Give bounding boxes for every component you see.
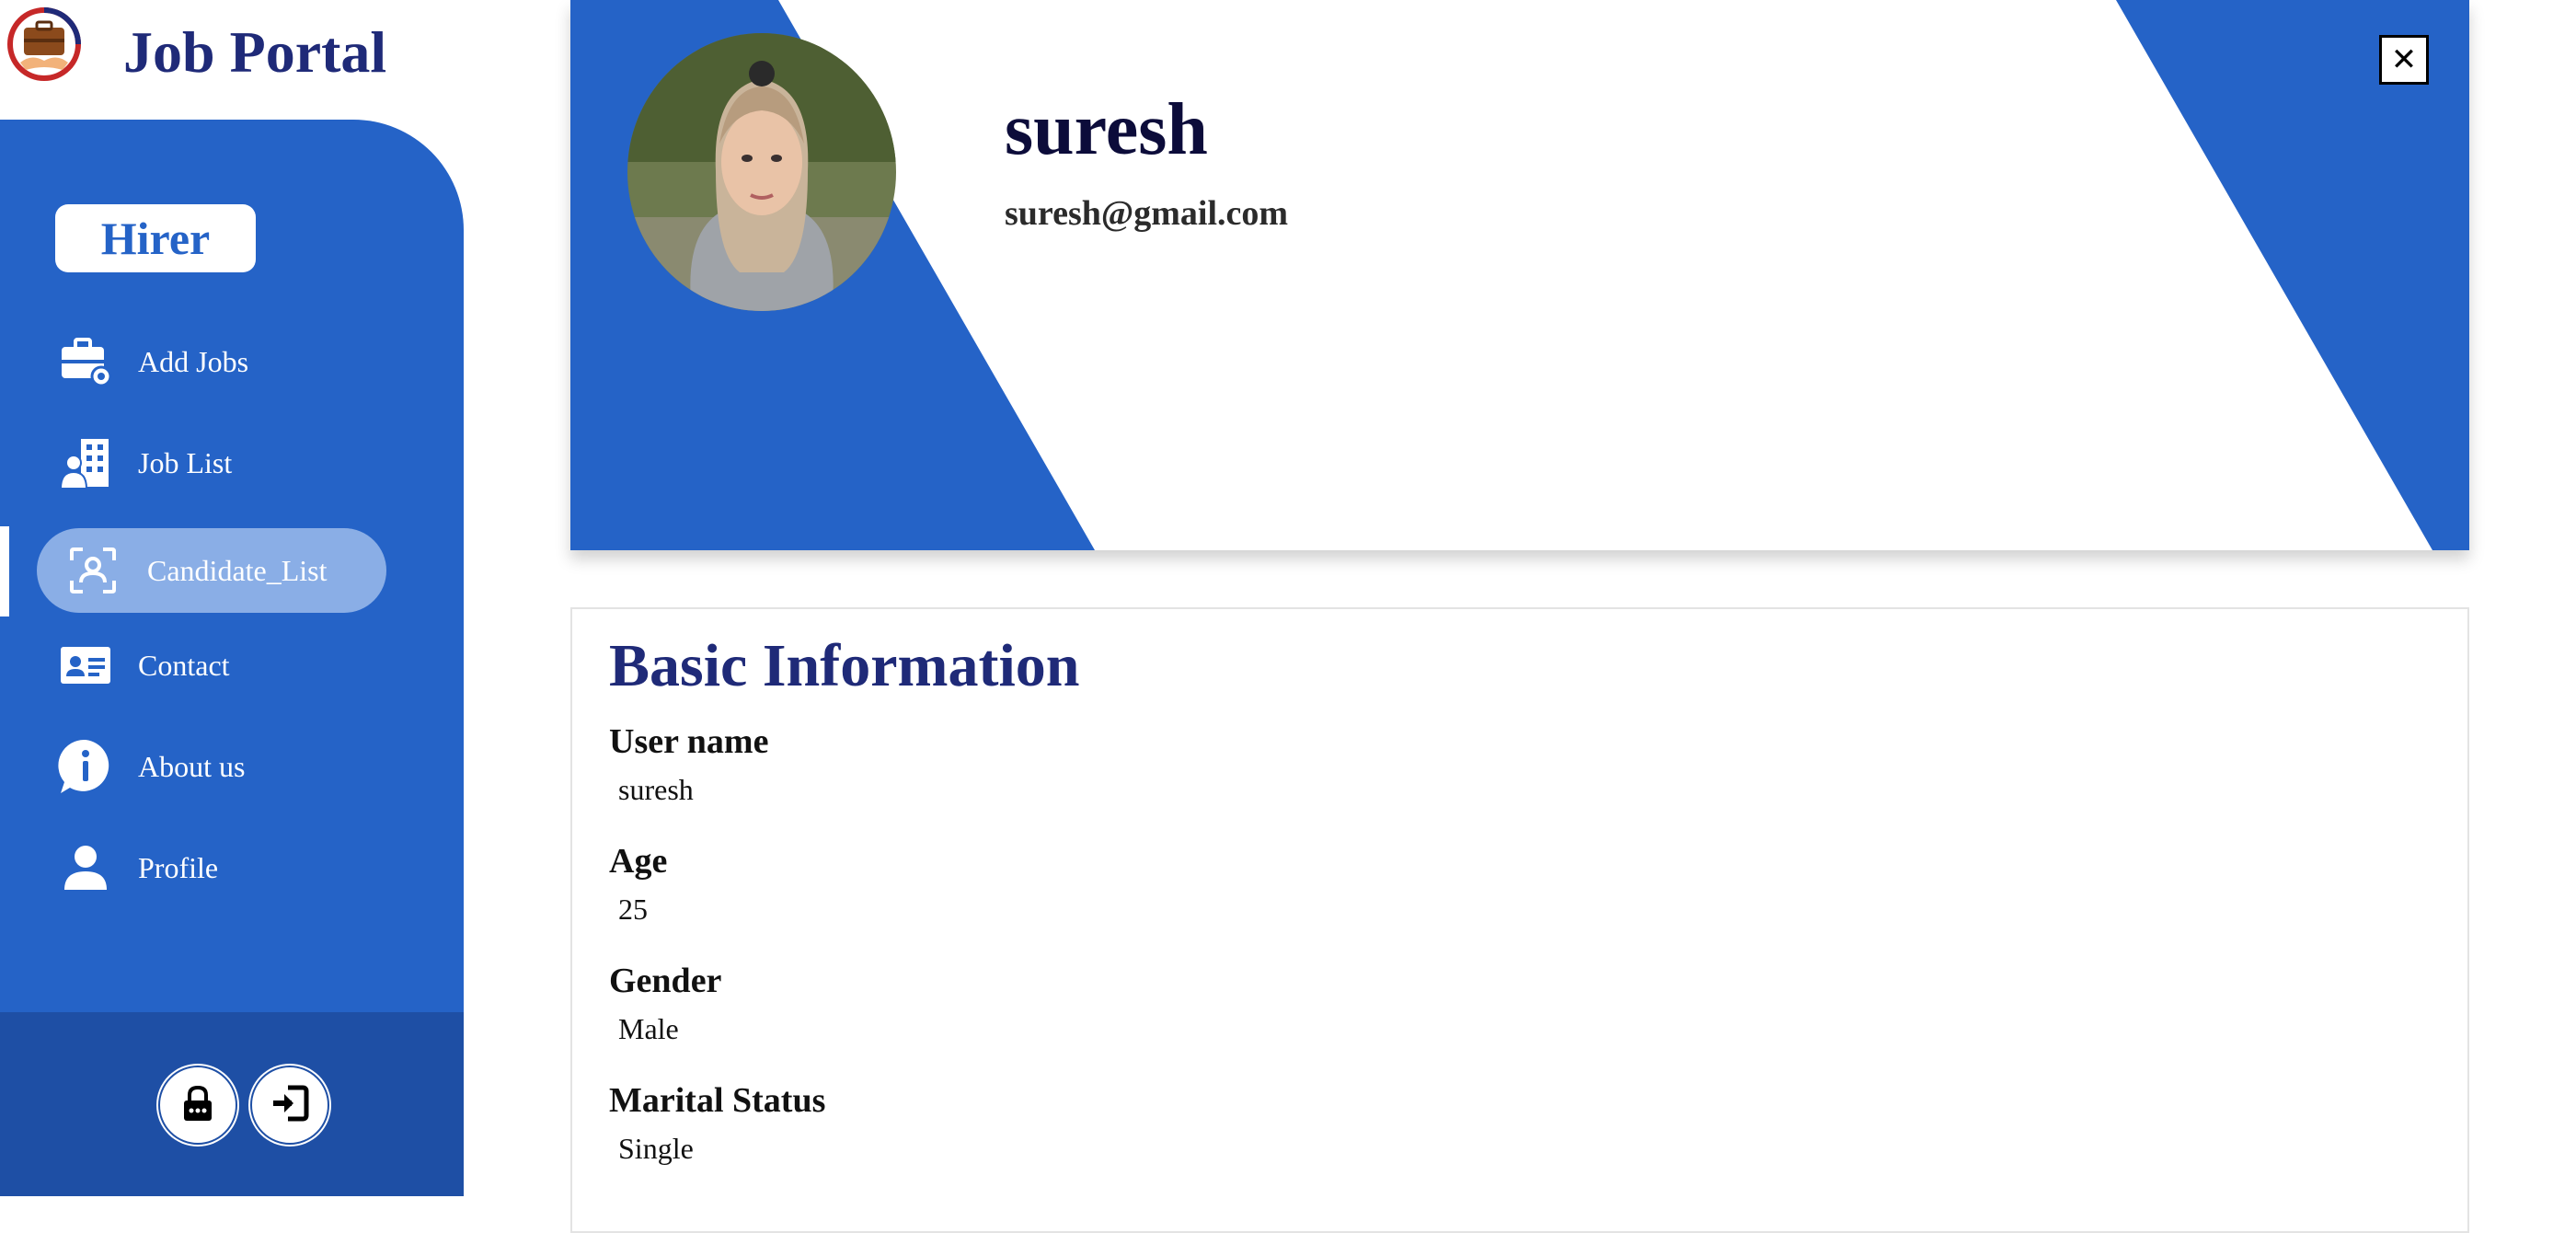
field-value-gender: Male [618,1012,679,1045]
field-label-gender: Gender [609,962,722,1000]
job-portal-logo-icon [7,7,81,81]
sidebar-item-add-jobs[interactable]: Add Jobs [37,320,386,403]
sidebar-item-contact[interactable]: Contact [37,624,386,707]
sidebar-item-label: Add Jobs [138,344,249,378]
role-badge: Hirer [55,204,256,272]
sidebar-item-label: About us [138,749,246,783]
sidebar-item-profile[interactable]: Profile [37,826,386,909]
active-indicator [0,526,9,616]
lock-button[interactable] [158,1066,237,1145]
contact-card-icon [55,635,116,696]
field-value-age: 25 [618,893,648,926]
profile-email: suresh@gmail.com [1005,194,1289,233]
basic-information-card: Basic Information User name suresh Age 2… [570,607,2469,1233]
sidebar-item-label: Job List [138,445,233,479]
app-title: Job Portal [123,19,387,85]
lock-icon [178,1084,217,1127]
user-scan-icon [63,540,123,601]
logout-icon [270,1084,310,1127]
avatar [627,33,896,311]
sidebar-item-candidate-list[interactable]: Candidate_List [37,528,386,613]
profile-name: suresh [1005,89,1208,170]
sidebar-item-about-us[interactable]: About us [37,725,386,808]
sidebar-item-job-list[interactable]: Job List [37,421,386,504]
field-label-age: Age [609,842,668,881]
field-value-user-name: suresh [618,773,694,806]
building-person-icon [55,432,116,493]
briefcase-gear-icon [55,331,116,392]
user-icon [55,837,116,898]
sidebar-item-label: Candidate_List [147,553,328,587]
profile-header-card: suresh suresh@gmail.com ✕ [570,0,2469,550]
field-label-marital-status: Marital Status [609,1081,826,1120]
logout-button[interactable] [250,1066,329,1145]
close-button[interactable]: ✕ [2379,35,2429,85]
section-title: Basic Information [609,632,1080,699]
info-bubble-icon [55,736,116,797]
sidebar-item-label: Profile [138,850,219,884]
field-value-marital-status: Single [618,1132,694,1165]
sidebar-item-label: Contact [138,648,230,682]
field-label-user-name: User name [609,722,769,761]
brand-header: Job Portal [0,0,464,120]
